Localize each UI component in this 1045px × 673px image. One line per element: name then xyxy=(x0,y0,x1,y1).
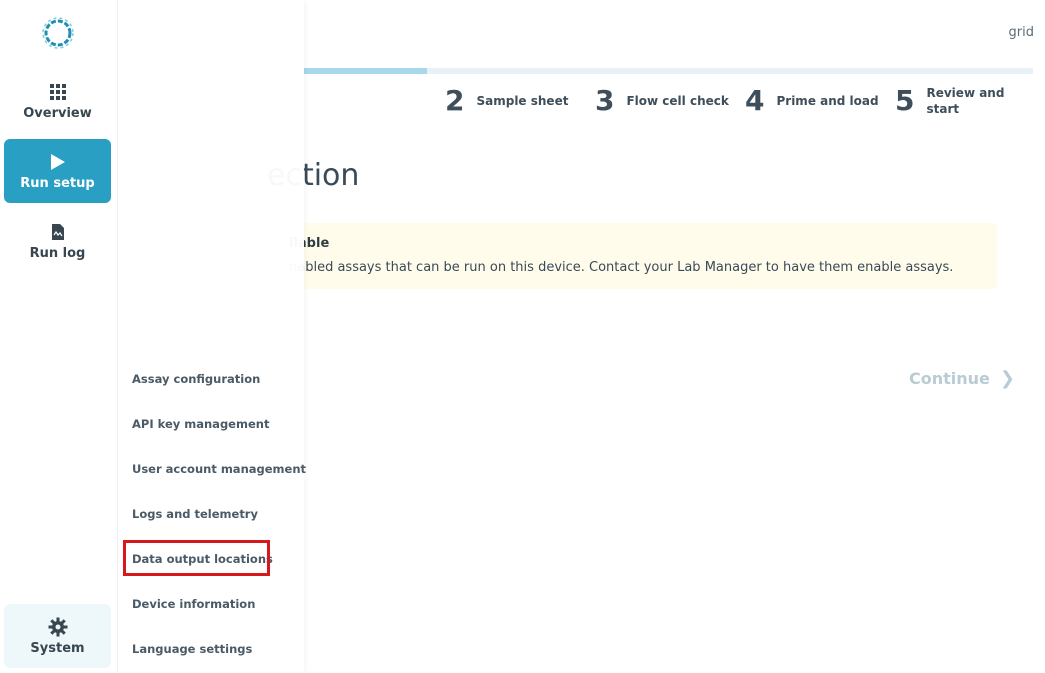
gear-icon xyxy=(48,617,68,637)
sidebar-item-overview[interactable]: Overview xyxy=(4,69,111,133)
menu-item-assay-configuration[interactable]: Assay configuration xyxy=(132,372,260,386)
sidebar-item-system[interactable]: System xyxy=(4,604,111,668)
step-number: 3 xyxy=(595,84,615,117)
sidebar-item-run-log[interactable]: Run log xyxy=(4,209,111,273)
step-label-line1: Review and xyxy=(926,85,1005,100)
progress-bar xyxy=(303,68,1033,74)
logo-icon xyxy=(42,17,74,49)
step-label: Flow cell check xyxy=(626,93,729,108)
menu-item-device-information[interactable]: Device information xyxy=(132,597,255,611)
app-logo xyxy=(40,15,76,51)
chevron-right-icon: ❯ xyxy=(999,368,1015,389)
step-label: Sample sheet xyxy=(476,93,569,108)
menu-item-language-settings[interactable]: Language settings xyxy=(132,642,252,656)
sidebar-item-label: Run setup xyxy=(20,175,95,191)
step-sample-sheet: 2 Sample sheet xyxy=(445,84,568,117)
step-number: 2 xyxy=(445,84,465,117)
step-number: 5 xyxy=(895,84,915,117)
alert-body: nabled assays that can be run on this de… xyxy=(289,260,954,275)
step-prime-and-load: 4 Prime and load xyxy=(745,84,879,117)
sidebar: Overview Run setup Run log System xyxy=(0,0,118,673)
menu-item-api-key-management[interactable]: API key management xyxy=(132,417,269,431)
sidebar-item-label: Run log xyxy=(29,245,86,261)
warning-alert: ilable nabled assays that can be run on … xyxy=(289,223,997,289)
step-number: 4 xyxy=(745,84,765,117)
menu-item-logs-and-telemetry[interactable]: Logs and telemetry xyxy=(132,507,258,521)
play-icon xyxy=(48,152,68,172)
step-flow-cell-check: 3 Flow cell check xyxy=(595,84,729,117)
file-icon xyxy=(48,222,68,242)
progress-fill xyxy=(303,68,428,74)
continue-label: Continue xyxy=(909,369,990,388)
step-review-and-start: 5 Review and start xyxy=(895,84,1004,117)
sidebar-item-label: System xyxy=(30,640,85,656)
grid-icon xyxy=(48,82,68,102)
step-label: Prime and load xyxy=(776,93,879,108)
highlight-box xyxy=(123,540,270,576)
sidebar-item-run-setup[interactable]: Run setup xyxy=(4,139,111,203)
continue-button[interactable]: Continue ❯ xyxy=(909,368,1015,389)
menu-item-user-account-management[interactable]: User account management xyxy=(132,462,306,476)
step-label: Review and start xyxy=(926,85,1004,117)
step-label-line2: start xyxy=(926,101,960,116)
sidebar-item-label: Overview xyxy=(23,105,92,121)
